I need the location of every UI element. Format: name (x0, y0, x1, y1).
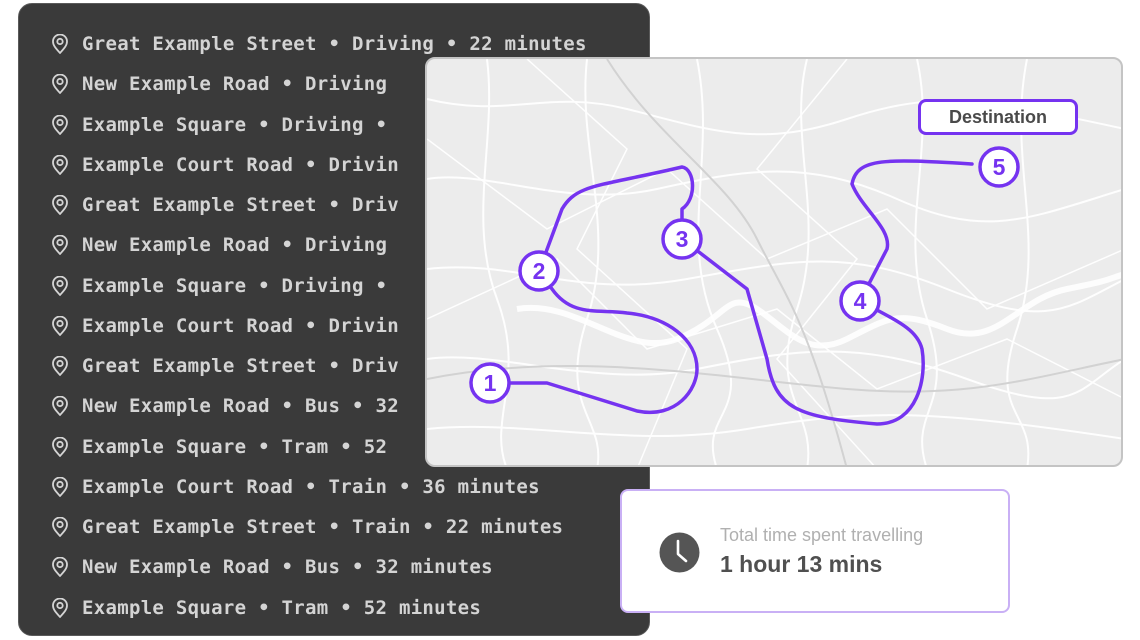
trip-list-item-label: New Example Road • Bus • 32 minutes (82, 556, 493, 579)
trip-list-item[interactable]: Example Court Road • Train • 36 minutes (51, 467, 587, 507)
trip-list-item-label: Great Example Street • Driv (82, 355, 399, 378)
travel-time-value: 1 hour 13 mins (720, 551, 883, 577)
trip-list-item[interactable]: Example Square • Tram • 52 minutes (51, 588, 587, 628)
map-pin-icon (51, 597, 69, 618)
map-pin-icon (51, 557, 69, 578)
destination-label: Destination (918, 99, 1078, 135)
trip-list-item-label: New Example Road • Bus • 32 (82, 395, 399, 418)
route-stop-number: 2 (533, 258, 546, 284)
map-pin-icon (51, 356, 69, 377)
map-pin-icon (51, 436, 69, 457)
trip-list-item-label: Example Square • Driving • (82, 274, 388, 297)
map-pin-icon (51, 74, 69, 95)
trip-list-item-label: Example Court Road • Train • 36 minutes (82, 475, 540, 498)
map-pin-icon (51, 396, 69, 417)
trip-list-item-label: Great Example Street • Driving • 22 minu… (82, 33, 587, 56)
route-stop-4[interactable]: 4 (839, 280, 881, 322)
map-pin-icon (51, 517, 69, 538)
trip-list-item-label: Example Court Road • Drivin (82, 153, 399, 176)
trip-list-item[interactable]: New Example Road • Bus • 32 minutes (51, 547, 587, 587)
route-stop-3[interactable]: 3 (661, 218, 703, 260)
route-stop-number: 3 (676, 226, 689, 252)
clock-icon (659, 532, 700, 573)
map-pin-icon (51, 476, 69, 497)
trip-list-item[interactable]: Great Example Street • Train • 22 minute… (51, 507, 587, 547)
route-stop-5[interactable]: 5 (978, 146, 1020, 188)
trip-list-item-label: Great Example Street • Train • 22 minute… (82, 516, 564, 539)
trip-list-item-label: New Example Road • Driving (82, 73, 388, 96)
map-pin-icon (51, 235, 69, 256)
trip-list-item-label: Example Square • Tram • 52 minutes (82, 596, 482, 619)
trip-list-item-label: New Example Road • Driving (82, 234, 388, 257)
trip-list-item-label: Great Example Street • Driv (82, 194, 399, 217)
map-pin-icon (51, 195, 69, 216)
trip-list-item-label: Example Square • Tram • 52 (82, 435, 388, 458)
map-pin-icon (51, 114, 69, 135)
route-stop-number: 5 (993, 154, 1006, 180)
travel-time-caption: Total time spent travelling (720, 525, 924, 545)
route-stop-1[interactable]: 1 (469, 362, 511, 404)
map-pin-icon (51, 34, 69, 55)
route-stop-number: 4 (854, 288, 867, 314)
map-pin-icon (51, 315, 69, 336)
map-pin-icon (51, 275, 69, 296)
travel-time-card: Total time spent travelling 1 hour 13 mi… (620, 489, 1010, 613)
map-pin-icon (51, 154, 69, 175)
route-stop-2[interactable]: 2 (518, 250, 560, 292)
route-stop-number: 1 (484, 370, 497, 396)
trip-list-item-label: Example Court Road • Drivin (82, 314, 399, 337)
trip-list-item-label: Example Square • Driving • (82, 113, 388, 136)
